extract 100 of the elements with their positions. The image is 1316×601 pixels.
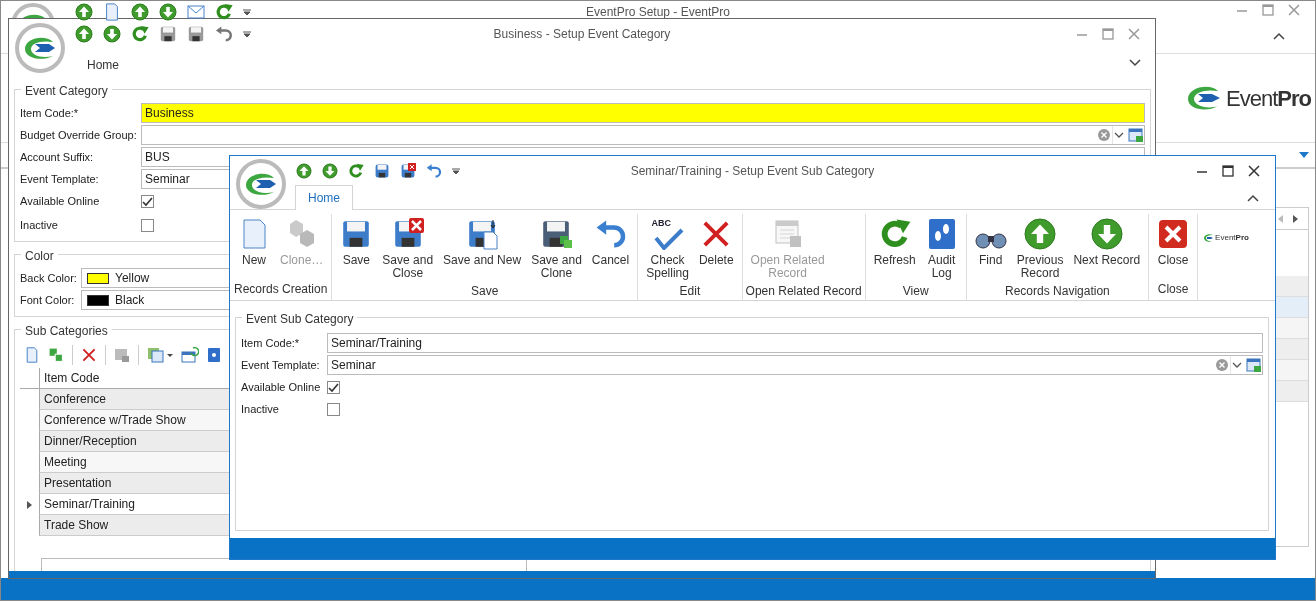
field-value: Seminar [331,357,376,374]
window-icon[interactable] [114,347,130,363]
window-title: Business - Setup Event Category [493,27,671,41]
customize-toolbar-icon[interactable] [243,31,251,37]
group-label: Records Creation [233,281,329,298]
field-label: Font Color: [20,292,76,308]
clear-icon[interactable] [1098,129,1110,141]
save-clone-icon [540,218,573,250]
expand-ribbon-icon[interactable] [1129,59,1141,67]
field-label: Available Online [241,379,322,395]
down-arrow-icon[interactable] [103,25,121,43]
refresh-icon[interactable] [131,25,149,43]
combo-field[interactable]: Seminar [327,355,1263,375]
checkbox[interactable] [327,380,340,394]
field-label: Back Color: [20,270,78,286]
group-label: View [901,283,930,300]
edit-icon[interactable] [1246,357,1262,373]
document-icon[interactable] [103,3,121,21]
save-close-icon[interactable] [400,163,416,179]
field-label: Event Template: [20,171,100,187]
close-icon [1157,218,1190,250]
envelope-icon[interactable] [187,5,205,19]
delete-icon[interactable] [81,347,97,363]
field-label: Budget Override Group: [20,127,138,143]
save-new-icon [466,218,499,250]
checkbox[interactable] [141,218,154,232]
ribbon-button[interactable]: New [233,214,275,269]
collapse-ribbon-icon[interactable] [1273,32,1285,40]
ribbon-button[interactable]: Next Record [1068,214,1146,282]
field-label: Inactive [241,401,280,417]
field-label: Item Code:* [20,105,80,121]
grid-menu-icon[interactable] [147,347,173,363]
window-refresh-icon[interactable] [181,347,199,363]
edit-icon[interactable] [1128,127,1144,143]
customize-toolbar-icon[interactable] [243,9,251,15]
group-label: Edit [678,283,702,300]
clear-icon[interactable] [1216,359,1228,371]
undo-icon[interactable] [426,163,442,179]
field-value: Yellow [115,270,150,287]
field-label: Event Template: [241,357,321,373]
ribbon-button[interactable]: Close [1152,214,1195,269]
eventpro-logo: EventPro [1226,84,1311,113]
ribbon-button[interactable]: Save and Clone [526,214,587,282]
ribbon-button[interactable]: Find [969,214,1012,282]
home-tab[interactable]: Home [295,185,353,210]
input-field[interactable]: Seminar/Training [327,333,1263,353]
ribbon-button[interactable]: Refresh [868,214,921,282]
app-logo-icon[interactable] [15,23,65,73]
checkbox[interactable] [327,402,340,416]
group-label: Save [470,283,500,300]
add-icon[interactable] [48,347,64,363]
field-value: Seminar [145,171,190,188]
field-label: Item Code:* [241,335,301,351]
ribbon-button[interactable]: Delete [693,214,739,282]
ribbon-button[interactable]: Audit Log [920,214,963,282]
undo-icon[interactable] [215,25,233,43]
maximize-icon[interactable] [1221,164,1235,178]
input-field[interactable]: Business [141,103,1145,123]
group-label: Open Related Record [745,283,862,300]
customize-toolbar-icon[interactable] [452,168,460,174]
binoculars-icon [974,230,1007,250]
ribbon-button[interactable]: Save and Close [377,214,439,282]
ribbon-button[interactable]: ABC Check Spelling [641,214,694,282]
icon-label: ABC [651,219,672,228]
ribbon-button[interactable]: Save and New [438,214,527,282]
ribbon-button[interactable]: Save [335,214,378,282]
field-label: Inactive [20,217,59,233]
group-label: Close [1156,281,1190,298]
collapse-ribbon-icon[interactable] [1247,193,1259,202]
group-label: Records Navigation [1004,283,1111,300]
ribbon-button[interactable]: Cancel [586,214,635,282]
refresh-icon[interactable] [215,3,233,21]
dropdown-icon[interactable] [1230,356,1244,374]
up-arrow-icon[interactable] [296,163,312,179]
down-arrow-icon[interactable] [322,163,338,179]
check-icon [142,195,153,207]
field-value: Seminar/Training [331,335,422,352]
field-label: Account Suffix: [20,149,95,165]
dropdown-icon[interactable] [1112,126,1126,144]
field-value: BUS [145,149,170,166]
dropdown-icon[interactable] [1299,152,1309,158]
scroll-right-icon[interactable] [1293,214,1298,223]
ribbon-button[interactable]: Previous Record [1011,214,1069,282]
field-value: Black [115,292,145,309]
eventpro-logo: EventPro [1215,232,1249,244]
checkbox[interactable] [141,194,154,208]
app-logo-icon[interactable] [236,159,286,209]
refresh-icon[interactable] [348,163,364,179]
close-icon[interactable] [1247,164,1261,178]
undo-icon [594,218,627,250]
field-value: Business [145,105,194,122]
field-label: Available Online [20,193,101,209]
up-arrow-icon[interactable] [75,25,93,43]
book-icon[interactable] [207,347,221,363]
document-icon[interactable] [24,347,40,363]
combo-field[interactable] [141,125,1145,145]
window-title: Seminar/Training - Setup Event Sub Category [630,164,875,178]
swirl-icon [1204,234,1215,242]
check-icon [328,381,339,393]
window-title: EventPro Setup - EventPro [585,5,731,19]
